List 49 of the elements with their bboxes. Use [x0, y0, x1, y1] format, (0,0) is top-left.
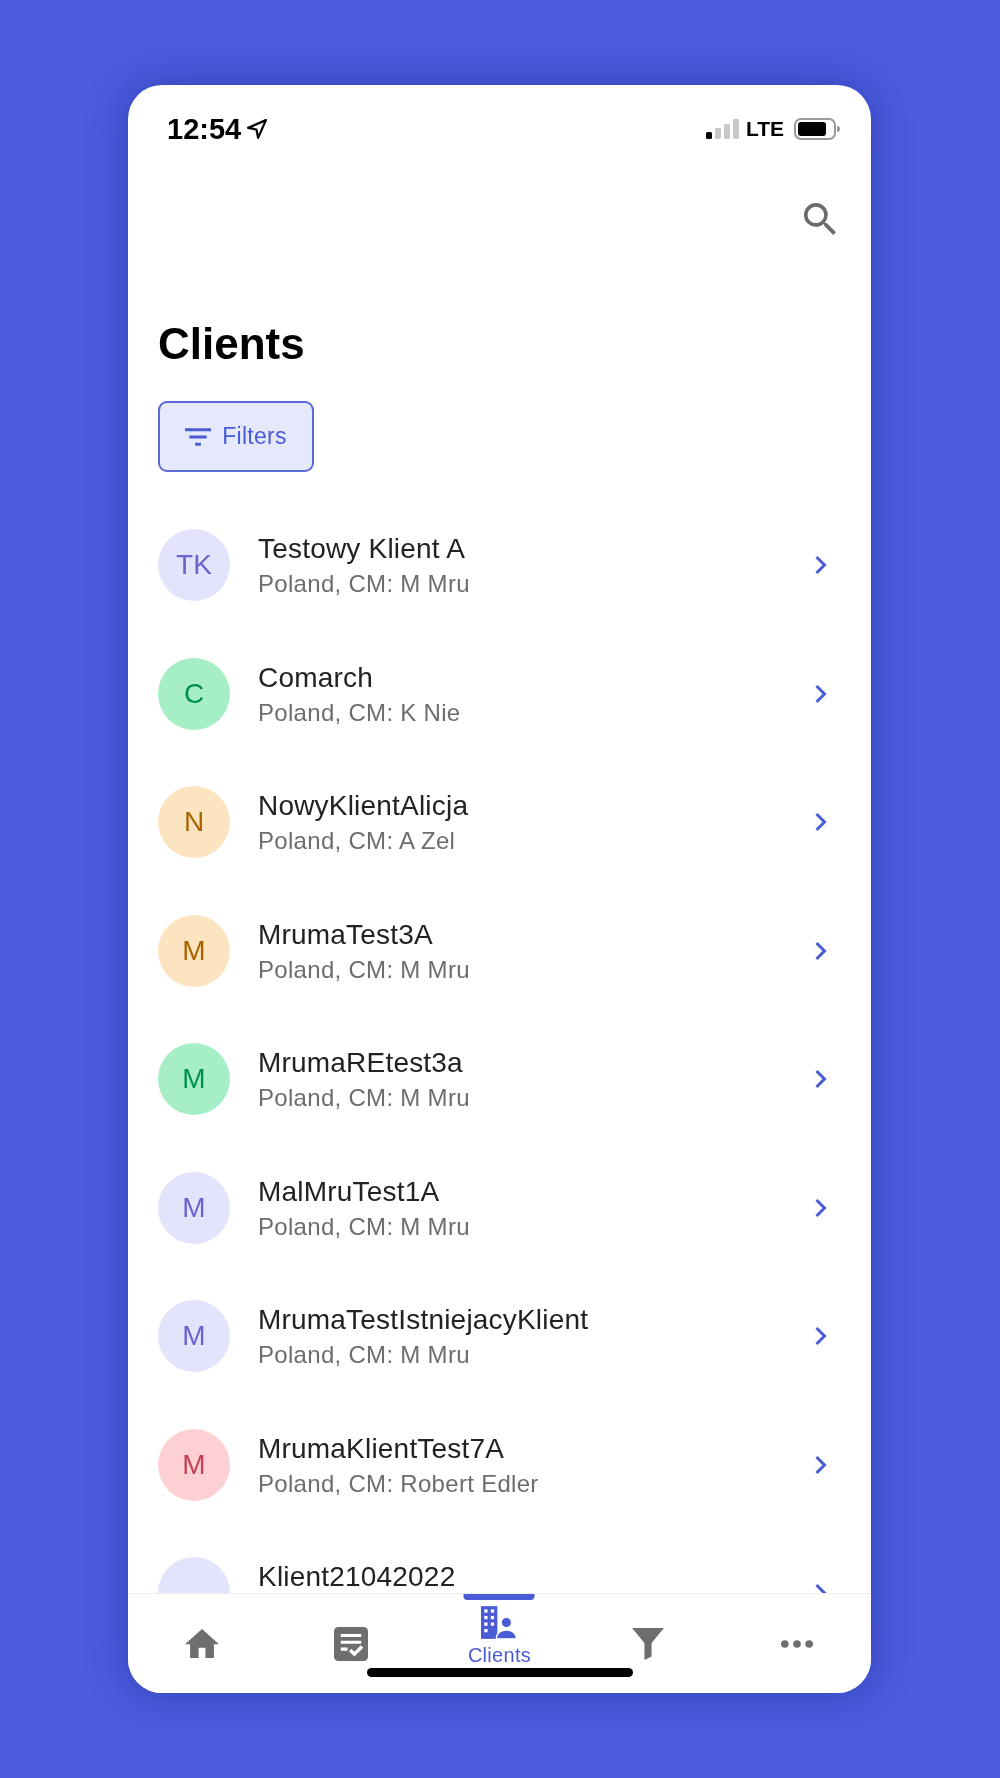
- client-details: Poland, CM: A Zel: [258, 827, 456, 855]
- avatar: C: [158, 657, 230, 730]
- chevron-right-icon[interactable]: [814, 1069, 828, 1090]
- client-name[interactable]: MalMruTest1A: [258, 1176, 440, 1207]
- filter-lines-icon: [185, 427, 212, 446]
- home-icon: [185, 1629, 220, 1658]
- client-details: Poland, CM: M Mru: [258, 1084, 470, 1112]
- client-details: Poland, CM: M Mru: [258, 1212, 470, 1241]
- checklist-icon: [333, 1626, 368, 1661]
- client-name[interactable]: MrumaTest3A: [258, 919, 433, 950]
- chevron-right-icon[interactable]: [814, 1326, 828, 1347]
- client-details: Poland, CM: M Mru: [258, 955, 470, 984]
- client-name[interactable]: Klient21042022: [258, 1562, 456, 1592]
- avatar: N: [158, 786, 230, 859]
- avatar: M: [158, 1043, 230, 1116]
- nav-tab[interactable]: Clients: [425, 1594, 574, 1693]
- more-icon: [780, 1639, 813, 1648]
- client-details: Poland, CM: M Mru: [258, 1341, 470, 1369]
- filters-button[interactable]: Filters: [158, 401, 314, 472]
- client-name[interactable]: Testowy Klient A: [258, 534, 466, 564]
- chevron-right-icon[interactable]: [814, 555, 828, 576]
- avatar: TK: [158, 529, 230, 602]
- client-details: Poland, CM: K Nie: [258, 698, 461, 727]
- chevron-right-icon[interactable]: [814, 1454, 828, 1475]
- network-label: LTE: [745, 117, 784, 141]
- chevron-right-icon[interactable]: [814, 940, 828, 961]
- chevron-right-icon[interactable]: [814, 812, 828, 833]
- building-person-icon: [481, 1606, 518, 1639]
- page-title: Clients: [158, 318, 305, 370]
- client-name[interactable]: MrumaKlientTest7A: [258, 1433, 505, 1464]
- avatar: M: [158, 1300, 230, 1373]
- status-time: 12:54: [167, 113, 242, 145]
- chevron-right-icon[interactable]: [814, 1197, 828, 1218]
- client-name[interactable]: Comarch: [258, 662, 373, 693]
- battery-icon: [794, 118, 840, 140]
- tab-indicator: [464, 1594, 535, 1600]
- signal-icon: [705, 119, 740, 139]
- client-details: Poland, CM: M Mru: [258, 570, 470, 598]
- client-name[interactable]: NowyKlientAlicja: [258, 791, 469, 821]
- funnel-icon: [632, 1627, 665, 1660]
- client-name[interactable]: MrumaREtest3a: [258, 1048, 463, 1078]
- avatar: M: [158, 914, 230, 987]
- avatar: M: [158, 1428, 230, 1501]
- search-icon: [804, 203, 836, 235]
- client-name[interactable]: MrumaTestIstniejacyKlient: [258, 1305, 589, 1335]
- location-arrow-icon: [247, 119, 268, 139]
- client-details: Poland, CM: Robert Edler: [258, 1469, 539, 1498]
- chevron-right-icon[interactable]: [814, 683, 828, 704]
- avatar: M: [158, 1171, 230, 1244]
